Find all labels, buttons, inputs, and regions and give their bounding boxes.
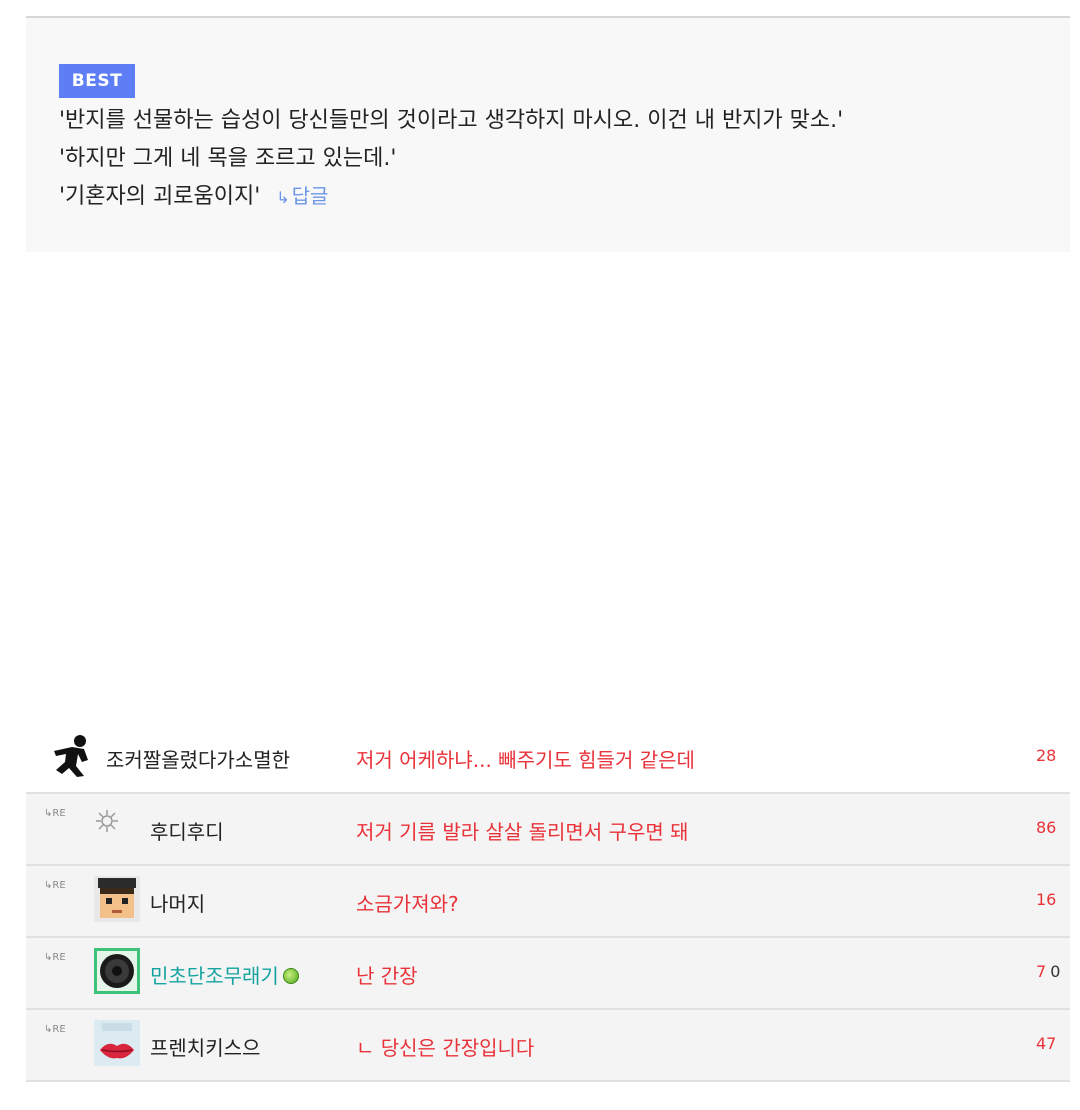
reply-link-label: 답글	[291, 184, 329, 208]
reply-marker: ↳RE	[44, 952, 66, 963]
comment-row: ↳RE 민초단조무래기 난 간장 70	[26, 938, 1070, 1010]
gear-flower-icon	[96, 810, 118, 832]
comment-row: ↳RE 나머지 소금가져와? 16	[26, 866, 1070, 938]
comment-list: 조커짤올렸다가소멸한 저거 어케하냐... 빼주기도 힘들거 같은데 28 ↳R…	[26, 722, 1070, 1090]
comment-row: ↳RE 후디후디 저거 기름 발라 살살 돌리면서 구우면 돼 86	[26, 794, 1070, 866]
like-count: 86	[1036, 818, 1057, 837]
comment-text: 저거 기름 발라 살살 돌리면서 구우면 돼	[356, 820, 689, 844]
best-comment-line-3: '기혼자의 괴로움이지' ↳ 답글	[59, 178, 328, 210]
best-comment-box: BEST '반지를 선물하는 습성이 당신들만의 것이라고 생각하지 마시오. …	[26, 18, 1070, 252]
comment-row: ↳RE 프렌치키스으 ㄴ 당신은 간장입니다 47	[26, 1010, 1070, 1082]
comment-text: 저거 어케하냐... 빼주기도 힘들거 같은데	[356, 748, 695, 772]
nickname[interactable]: 나머지	[150, 888, 205, 917]
online-status-icon	[282, 967, 299, 984]
reply-arrow-icon: ↳	[276, 188, 290, 207]
comment-text: 난 간장	[356, 964, 418, 988]
running-figure-icon	[54, 735, 88, 777]
best-badge: BEST	[59, 64, 135, 98]
nickname[interactable]: 민초단조무래기	[150, 960, 299, 989]
best-comment-line-2: '하지만 그게 네 목을 조르고 있는데.'	[59, 146, 397, 171]
best-comment-line-3-text: '기혼자의 괴로움이지'	[59, 184, 261, 209]
nickname[interactable]: 프렌치키스으	[150, 1032, 260, 1061]
best-comment-line-1: '반지를 선물하는 습성이 당신들만의 것이라고 생각하지 마시오. 이건 내 …	[59, 108, 844, 133]
lips-avatar	[94, 1020, 140, 1066]
like-count: 28	[1036, 746, 1057, 765]
comment-text: ㄴ 당신은 간장입니다	[356, 1036, 535, 1060]
nickname-text: 민초단조무래기	[150, 964, 279, 988]
reply-marker: ↳RE	[44, 880, 66, 891]
like-count: 47	[1036, 1034, 1057, 1053]
like-count: 70	[1036, 962, 1060, 981]
dark-circle-avatar	[94, 948, 140, 994]
reply-marker: ↳RE	[44, 808, 66, 819]
reply-link[interactable]: ↳ 답글	[276, 184, 328, 208]
like-count-value: 7	[1036, 962, 1047, 981]
nickname[interactable]: 후디후디	[150, 816, 224, 845]
pixel-face-avatar	[94, 876, 140, 922]
nickname[interactable]: 조커짤올렸다가소멸한	[106, 744, 290, 773]
reply-marker: ↳RE	[44, 1024, 66, 1035]
like-count: 16	[1036, 890, 1057, 909]
comment-text: 소금가져와?	[356, 892, 459, 916]
like-count-extra: 0	[1050, 962, 1061, 981]
comment-row: 조커짤올렸다가소멸한 저거 어케하냐... 빼주기도 힘들거 같은데 28	[26, 722, 1070, 794]
